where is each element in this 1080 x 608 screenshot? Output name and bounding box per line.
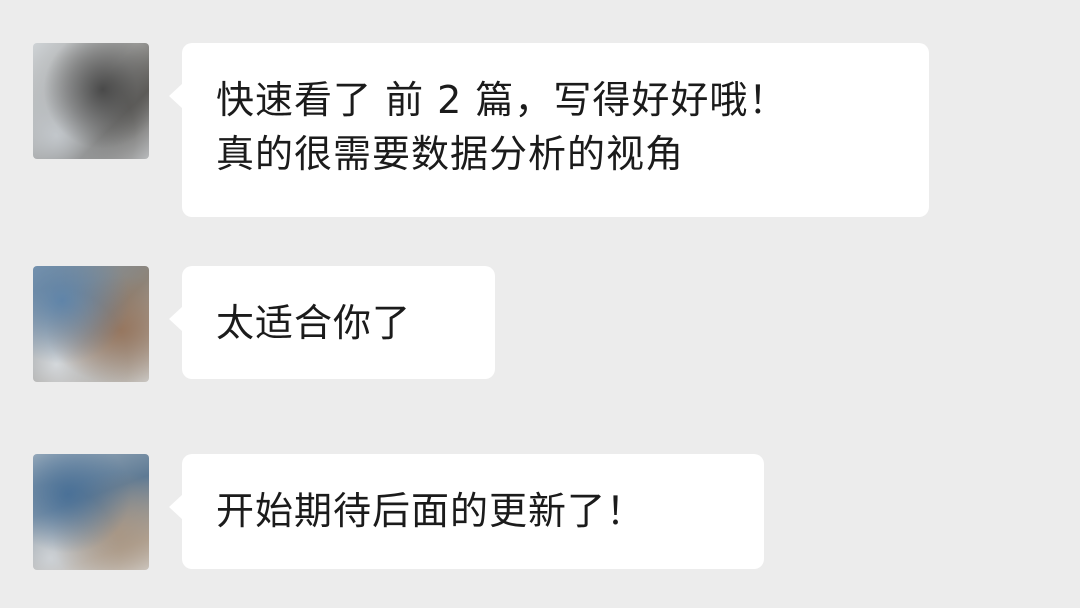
message-text-line: 真的很需要数据分析的视角 — [216, 132, 685, 176]
chat-message: 开始期待后面的更新了！ — [0, 454, 1080, 570]
message-bubble[interactable]: 太适合你了 — [169, 266, 495, 379]
chat-message: 太适合你了 — [0, 266, 1080, 382]
chat-message: 快速看了 前 2 篇，写得好好哦！ 真的很需要数据分析的视角 — [0, 43, 1080, 217]
message-text-line: 快速看了 前 2 篇，写得好好哦！ — [216, 78, 788, 122]
user-avatar-icon[interactable] — [33, 454, 149, 570]
message-bubble[interactable]: 开始期待后面的更新了！ — [169, 454, 764, 569]
message-text-line: 开始期待后面的更新了！ — [216, 489, 646, 533]
message-text-line: 太适合你了 — [216, 301, 412, 345]
user-avatar-icon[interactable] — [33, 43, 149, 159]
user-avatar-icon[interactable] — [33, 266, 149, 382]
message-bubble[interactable]: 快速看了 前 2 篇，写得好好哦！ 真的很需要数据分析的视角 — [169, 43, 929, 217]
